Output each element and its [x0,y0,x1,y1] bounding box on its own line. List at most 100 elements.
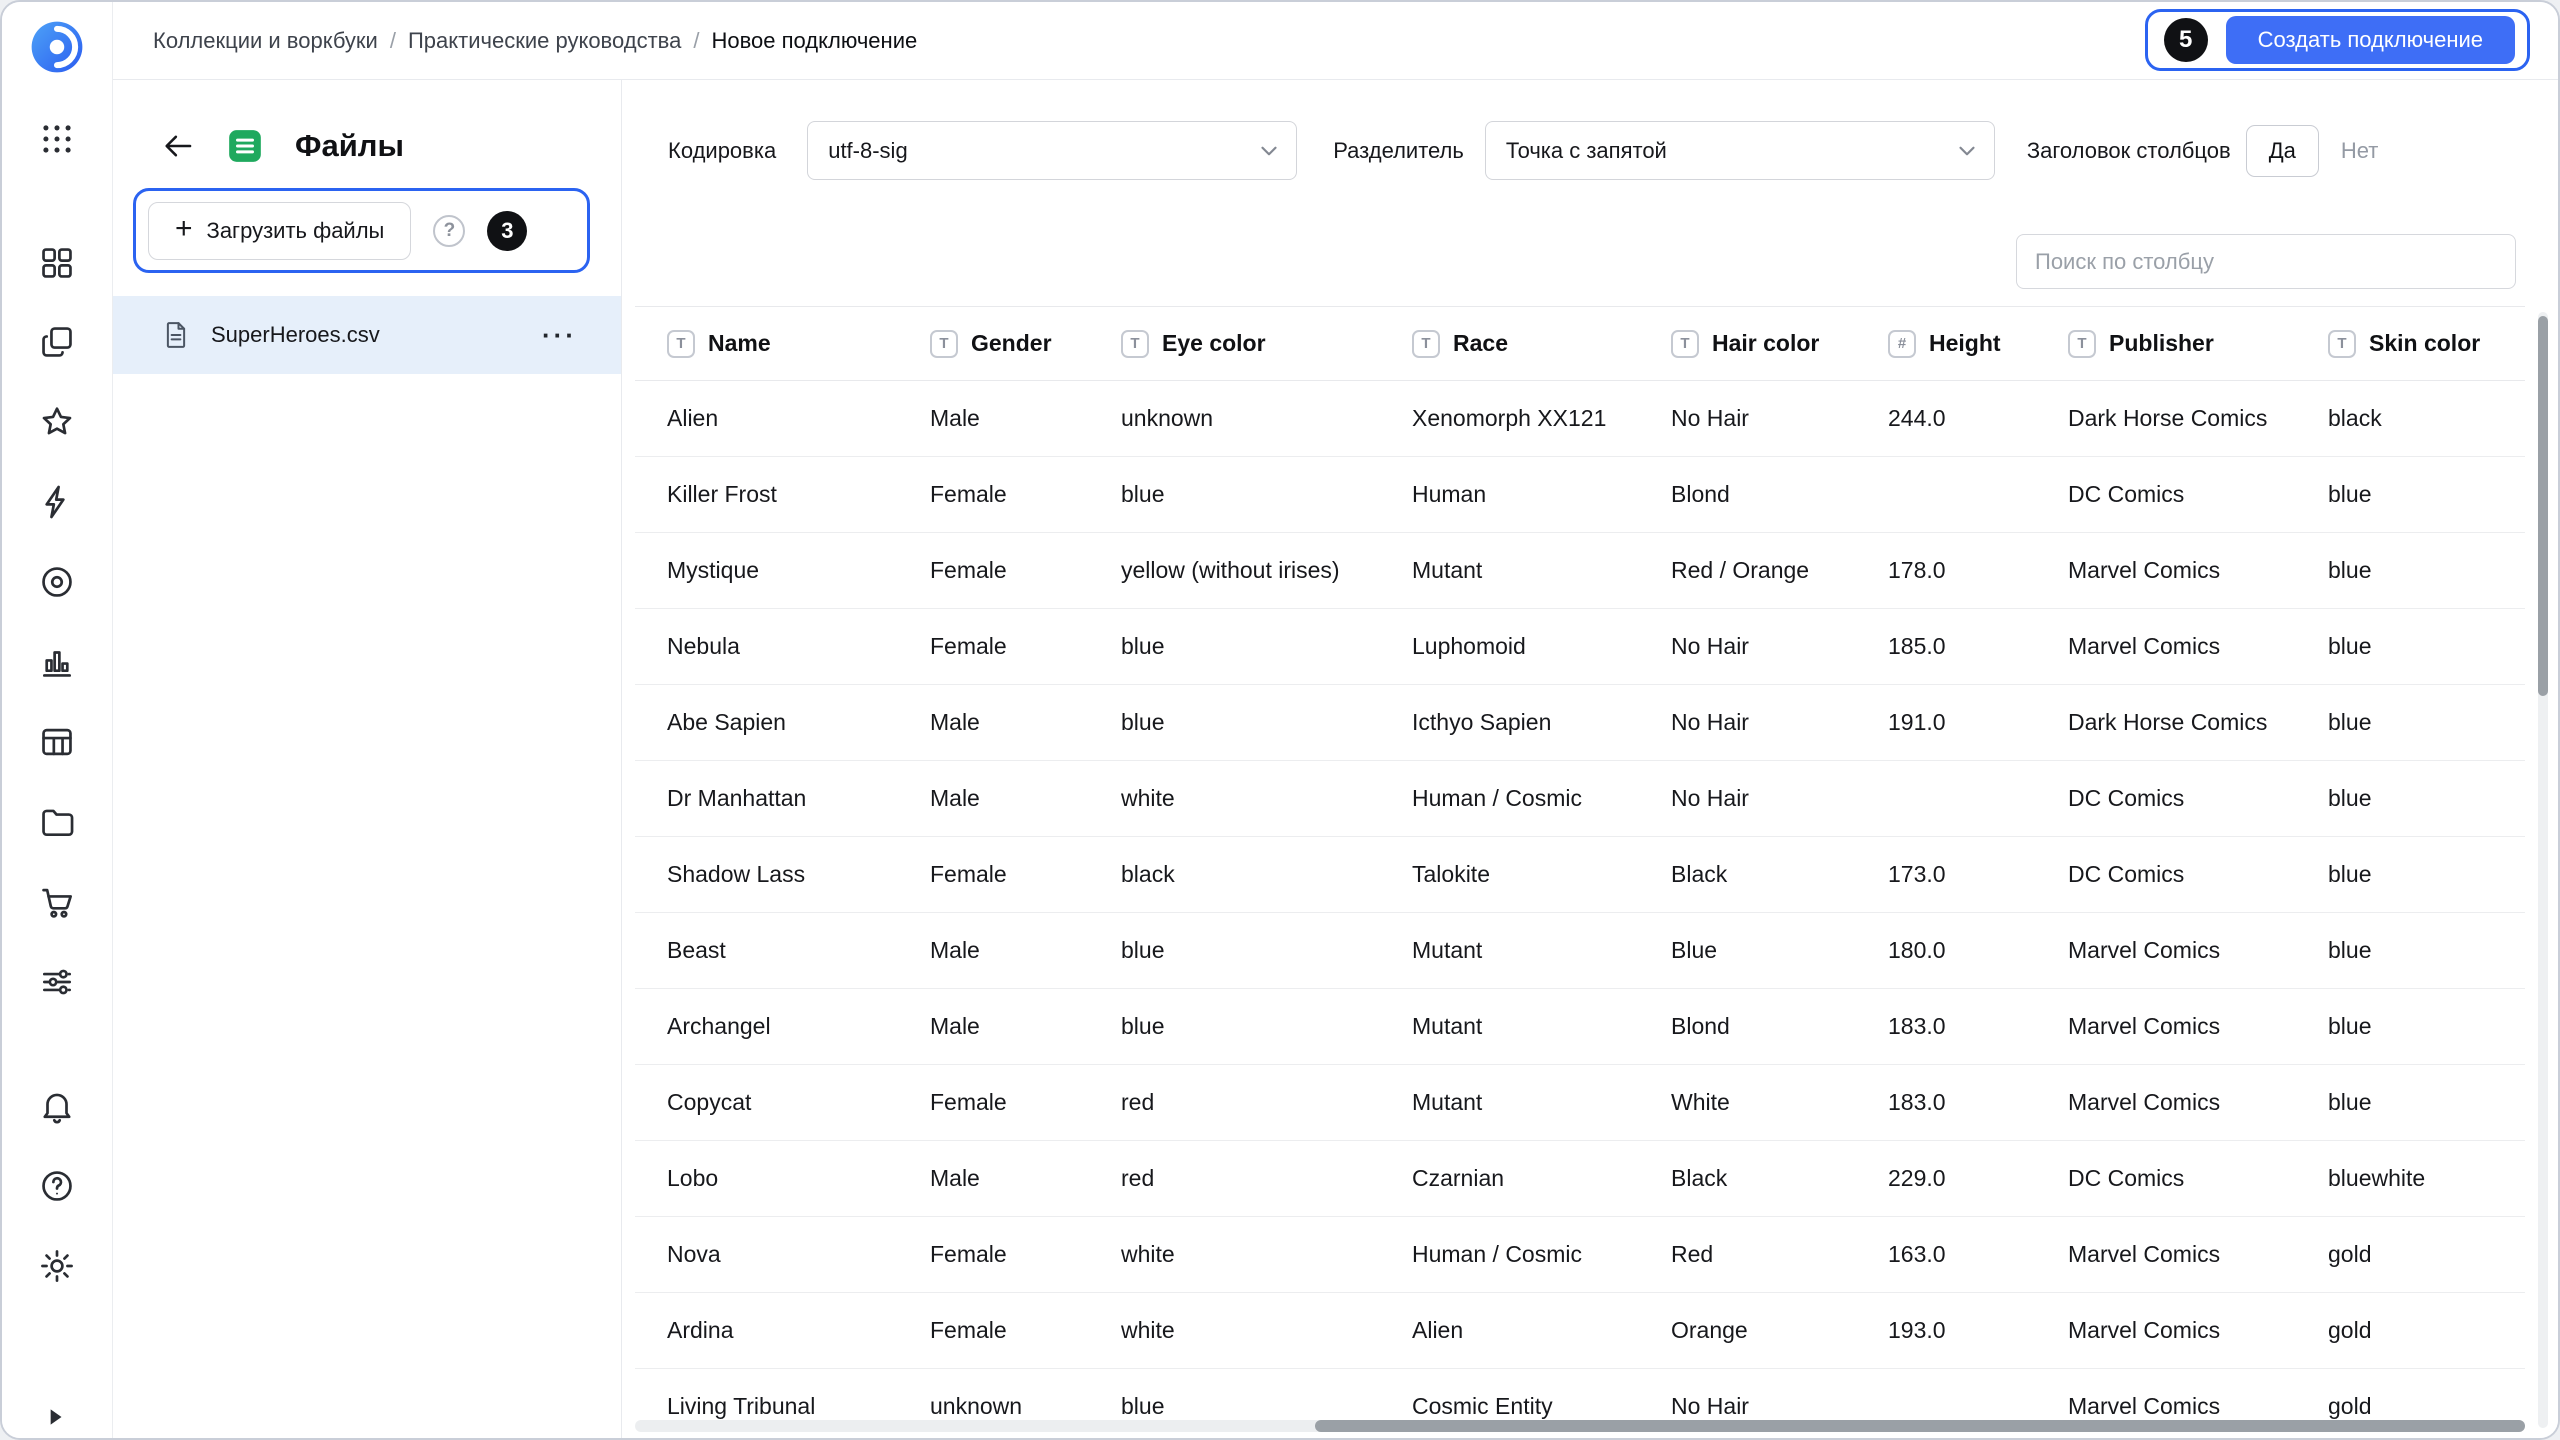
table-cell: 163.0 [1856,1217,2036,1292]
vertical-scrollbar-thumb[interactable] [2538,316,2548,696]
column-header-label: Gender [971,330,1052,357]
table-cell: Black [1639,1141,1856,1216]
table-cell: black [2296,381,2525,456]
main-content: Кодировка utf-8-sig Разделитель Точка с … [622,80,2558,1438]
table-cell: 185.0 [1856,609,2036,684]
table-cell: Xenomorph XX121 [1380,381,1639,456]
rail-item-navigation[interactable] [38,244,76,282]
text-type-icon: T [667,330,695,358]
table-cell: Marvel Comics [2036,609,2296,684]
table-cell: blue [2296,761,2525,836]
spreadsheet-file-icon [225,126,265,166]
delimiter-select[interactable]: Точка с запятой [1485,121,1995,180]
column-header-skin-color[interactable]: TSkin color [2296,307,2525,380]
table-cell: 183.0 [1856,989,2036,1064]
table-row: MystiqueFemaleyellow (without irises)Mut… [635,533,2525,609]
file-panel-header: Файлы [113,80,621,166]
table-cell: 191.0 [1856,685,2036,760]
top-bar: Коллекции и воркбуки / Практические руко… [113,2,2558,80]
table-cell: gold [2296,1293,2525,1368]
layers-icon [38,323,76,361]
file-list-item[interactable]: SuperHeroes.csv ··· [113,296,621,374]
back-arrow-icon[interactable] [161,129,195,163]
app-window: Коллекции и воркбуки / Практические руко… [0,0,2560,1440]
left-rail [2,2,113,1438]
table-row: NovaFemalewhiteHuman / CosmicRed163.0Mar… [635,1217,2525,1293]
table-cell: white [1089,761,1380,836]
column-header-eye-color[interactable]: T Eye color [1089,307,1380,380]
rail-item-services[interactable] [38,563,76,601]
table-cell: Nova [635,1217,898,1292]
table-cell: blue [2296,989,2525,1064]
horizontal-scrollbar-thumb[interactable] [1315,1420,2525,1432]
table-cell: red [1089,1065,1380,1140]
column-header-label: Name [708,330,771,357]
table-cell: 229.0 [1856,1141,2036,1216]
column-header-hair-color[interactable]: THair color [1639,307,1856,380]
rail-item-notifications[interactable] [38,1087,76,1125]
ellipsis-menu-icon[interactable]: ··· [542,320,577,351]
column-search-input[interactable] [2016,234,2516,289]
create-connection-button[interactable]: Создать подключение [2226,16,2515,64]
rail-item-charts[interactable] [38,643,76,681]
table-grid-icon [38,723,76,761]
table-cell: unknown [1089,381,1380,456]
table-cell: blue [1089,457,1380,532]
rail-item-help[interactable] [38,1167,76,1205]
column-header-race[interactable]: TRace [1380,307,1639,380]
column-header-gender[interactable]: T Gender [898,307,1089,380]
table-cell: Blond [1639,989,1856,1064]
column-header-label: Eye color [1162,330,1266,357]
rail-item-marketplace[interactable] [38,883,76,921]
toggle-option-no[interactable]: Нет [2319,125,2400,177]
table-cell: Mutant [1380,533,1639,608]
rail-item-quick[interactable] [38,483,76,521]
column-header-label: Hair color [1712,330,1819,357]
rail-item-settings[interactable] [38,1247,76,1285]
rail-item-apps[interactable] [38,120,76,158]
breadcrumb-item-collections[interactable]: Коллекции и воркбуки [153,28,378,54]
column-header-publisher[interactable]: TPublisher [2036,307,2296,380]
column-header-height[interactable]: #Height [1856,307,2036,380]
table-cell: Dark Horse Comics [2036,381,2296,456]
text-type-icon: T [930,330,958,358]
table-cell: yellow (without irises) [1089,533,1380,608]
table-cell: No Hair [1639,381,1856,456]
table-cell: blue [2296,609,2525,684]
rail-item-expand[interactable] [42,1404,68,1430]
table-cell: Marvel Comics [2036,989,2296,1064]
star-icon [38,403,76,441]
table-cell: Female [898,457,1089,532]
rail-item-logo[interactable] [28,18,86,76]
rail-item-settings-panel[interactable] [38,963,76,1001]
rail-item-datasets[interactable] [38,723,76,761]
table-cell: Shadow Lass [635,837,898,912]
table-cell: Mutant [1380,989,1639,1064]
text-type-icon: T [1121,330,1149,358]
help-icon[interactable]: ? [433,215,465,247]
table-cell: 178.0 [1856,533,2036,608]
rail-item-favorites[interactable] [38,403,76,441]
table-body: AlienMaleunknownXenomorph XX121No Hair24… [635,381,2525,1438]
table-cell: DC Comics [2036,1141,2296,1216]
encoding-select[interactable]: utf-8-sig [807,121,1297,180]
rail-item-connections[interactable] [38,803,76,841]
column-header-name[interactable]: T Name [635,307,898,380]
rail-item-collections[interactable] [38,323,76,361]
datalens-logo-icon [28,18,86,76]
toggle-option-yes[interactable]: Да [2246,125,2319,177]
table-cell: Female [898,609,1089,684]
table-cell: Icthyo Sapien [1380,685,1639,760]
column-header-label: Height [1929,330,2001,357]
upload-files-button[interactable]: + Загрузить файлы [148,202,411,260]
table-header-row: T Name T Gender T Eye color TRaceTHair color#H… [635,306,2525,381]
table-cell: 180.0 [1856,913,2036,988]
table-cell: Copycat [635,1065,898,1140]
table-row: Killer FrostFemaleblueHumanBlondDC Comic… [635,457,2525,533]
column-header-label: Race [1453,330,1508,357]
table-cell: blue [2296,837,2525,912]
table-cell: White [1639,1065,1856,1140]
breadcrumb-item-guides[interactable]: Практические руководства [408,28,681,54]
table-cell: DC Comics [2036,761,2296,836]
column-header-label: Skin color [2369,330,2480,357]
